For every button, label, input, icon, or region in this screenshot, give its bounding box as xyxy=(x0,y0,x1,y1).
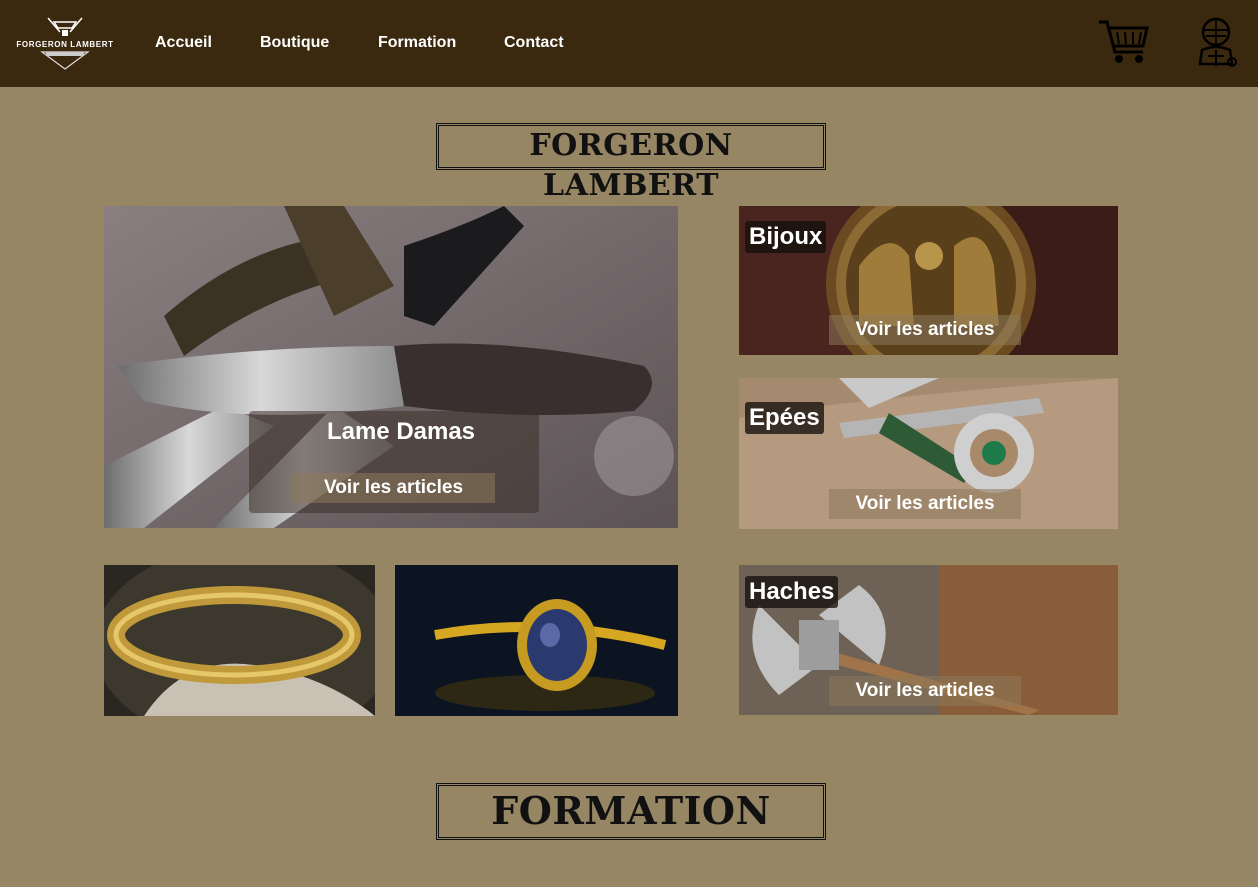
category-card-epees[interactable]: Epées Voir les articles xyxy=(739,378,1118,529)
gold-ring-image-1[interactable] xyxy=(104,565,375,716)
haches-voir-button[interactable]: Voir les articles xyxy=(829,676,1021,706)
epees-voir-button[interactable]: Voir les articles xyxy=(829,489,1021,519)
haches-label: Haches xyxy=(745,576,839,608)
top-navigation-bar: FORGERON LAMBERT Accueil Boutique Format… xyxy=(0,0,1258,87)
category-card-haches[interactable]: Haches Voir les articles xyxy=(739,565,1118,715)
featured-card-lame-damas[interactable]: Lame Damas Voir les articles xyxy=(104,206,678,528)
account-button[interactable] xyxy=(1194,16,1240,75)
gold-ring-image-2[interactable] xyxy=(395,565,678,716)
category-card-bijoux[interactable]: Bijoux Voir les articles xyxy=(739,206,1118,355)
cart-button[interactable] xyxy=(1097,16,1151,71)
knight-icon xyxy=(1198,17,1237,67)
nav-contact[interactable]: Contact xyxy=(504,34,564,52)
section-title-forgeron: FORGERON LAMBERT xyxy=(436,123,826,203)
cart-icon xyxy=(1099,20,1149,63)
featured-voir-button[interactable]: Voir les articles xyxy=(292,473,495,503)
sapphire-ring-image xyxy=(395,565,678,716)
logo-text: FORGERON LAMBERT xyxy=(16,40,114,49)
nav-formation[interactable]: Formation xyxy=(378,34,456,52)
epees-label: Epées xyxy=(745,402,824,434)
section-title-formation: FORMATION xyxy=(436,783,826,840)
logo[interactable]: FORGERON LAMBERT xyxy=(14,14,116,72)
bijoux-voir-button[interactable]: Voir les articles xyxy=(829,315,1021,345)
nav-boutique[interactable]: Boutique xyxy=(260,34,329,52)
rough-gold-ring-image xyxy=(104,565,375,716)
featured-title: Lame Damas xyxy=(326,418,476,445)
nav-accueil[interactable]: Accueil xyxy=(155,34,212,52)
bijoux-label: Bijoux xyxy=(745,221,827,253)
